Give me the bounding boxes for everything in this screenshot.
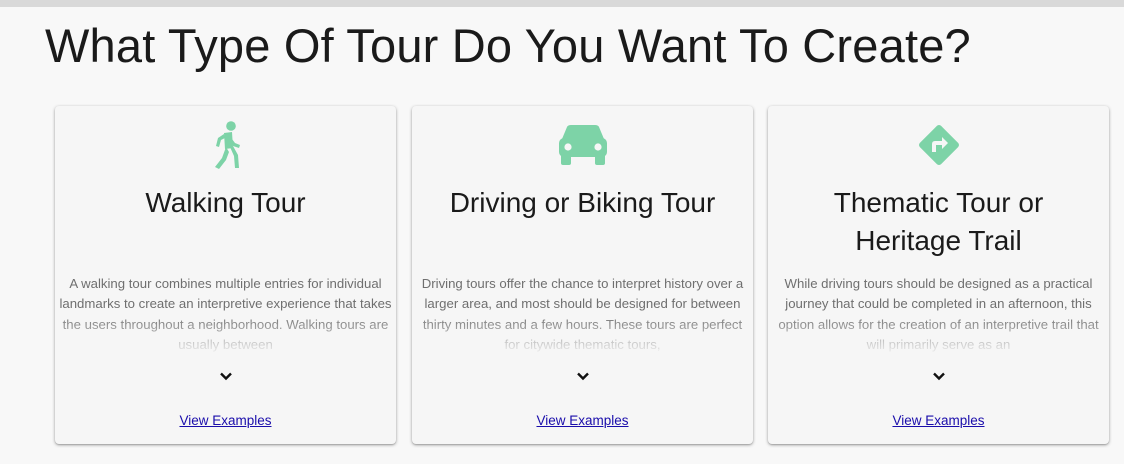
chevron-down-icon (219, 372, 232, 381)
walking-person-icon (55, 118, 396, 172)
card-description: Driving tours offer the chance to interp… (416, 274, 749, 354)
chevron-down-icon (576, 372, 589, 381)
expand-button[interactable] (571, 364, 595, 388)
view-examples-link[interactable]: View Examples (55, 413, 396, 428)
view-examples-link[interactable]: View Examples (412, 413, 753, 428)
card-description-text: While driving tours should be designed a… (778, 276, 1099, 352)
card-description-text: A walking tour combines multiple entries… (59, 276, 392, 352)
car-icon (412, 118, 753, 172)
top-divider (0, 0, 1124, 7)
card-description-text: Driving tours offer the chance to interp… (421, 276, 744, 352)
page-title: What Type Of Tour Do You Want To Create? (45, 19, 971, 72)
chevron-down-icon (932, 372, 945, 381)
card-title: Thematic Tour or Heritage Trail (833, 187, 1044, 256)
directions-sign-icon (768, 118, 1109, 172)
card-description: While driving tours should be designed a… (772, 274, 1105, 354)
card-title: Driving or Biking Tour (449, 187, 716, 218)
expand-button[interactable] (214, 364, 238, 388)
tour-type-card-thematic[interactable]: Thematic Tour or Heritage Trail While dr… (768, 106, 1109, 444)
tour-type-card-walking[interactable]: Walking Tour A walking tour combines mul… (55, 106, 396, 444)
tour-type-card-driving[interactable]: Driving or Biking Tour Driving tours off… (412, 106, 753, 444)
expand-button[interactable] (927, 364, 951, 388)
card-description: A walking tour combines multiple entries… (59, 274, 392, 354)
view-examples-link[interactable]: View Examples (768, 413, 1109, 428)
card-title: Walking Tour (145, 187, 306, 218)
